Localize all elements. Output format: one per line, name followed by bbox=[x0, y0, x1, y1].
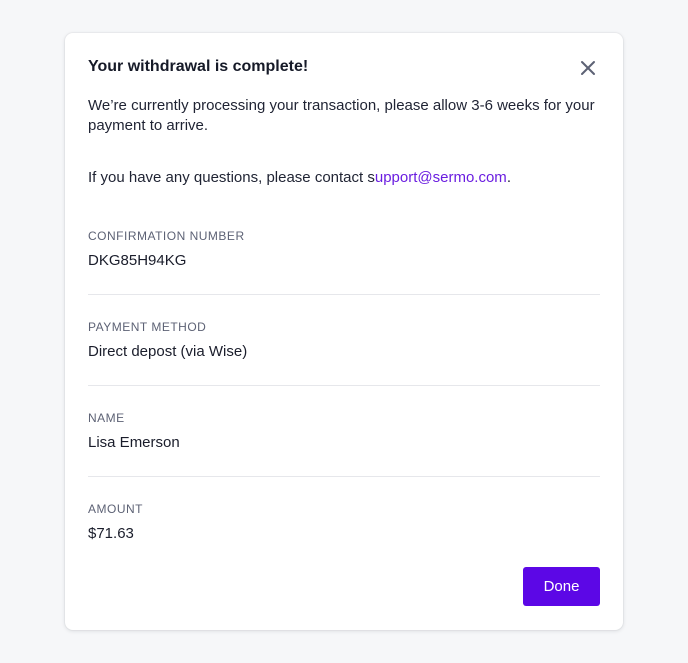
payment-method-field: PAYMENT METHOD Direct depost (via Wise) bbox=[88, 319, 600, 362]
field-label: AMOUNT bbox=[88, 502, 143, 516]
done-button[interactable]: Done bbox=[523, 567, 600, 606]
field-label: NAME bbox=[88, 411, 125, 425]
contact-suffix: . bbox=[506, 169, 511, 186]
confirmation-number-value: DKG85H94KG bbox=[88, 252, 187, 269]
withdrawal-complete-dialog: Your withdrawal is complete! We’re curre… bbox=[65, 33, 623, 630]
confirmation-number-field: CONFIRMATION NUMBER DKG85H94KG bbox=[88, 228, 600, 271]
contact-prefix: If you have any questions, please contac… bbox=[88, 169, 375, 186]
close-button[interactable] bbox=[577, 57, 599, 79]
amount-value: $71.63 bbox=[88, 525, 134, 542]
payment-method-value: Direct depost (via Wise) bbox=[88, 343, 248, 360]
name-value: Lisa Emerson bbox=[88, 434, 180, 451]
dialog-title: Your withdrawal is complete! bbox=[88, 58, 309, 75]
close-icon bbox=[581, 61, 595, 75]
field-label: CONFIRMATION NUMBER bbox=[88, 229, 245, 243]
divider bbox=[88, 294, 600, 295]
name-field: NAME Lisa Emerson bbox=[88, 410, 600, 453]
divider bbox=[88, 476, 600, 477]
support-email-link[interactable]: upport@sermo.com bbox=[375, 169, 507, 186]
field-label: PAYMENT METHOD bbox=[88, 320, 207, 334]
amount-field: AMOUNT $71.63 bbox=[88, 501, 600, 544]
divider bbox=[88, 385, 600, 386]
contact-message: If you have any questions, please contac… bbox=[88, 168, 600, 188]
processing-message: We’re currently processing your transact… bbox=[88, 97, 595, 134]
